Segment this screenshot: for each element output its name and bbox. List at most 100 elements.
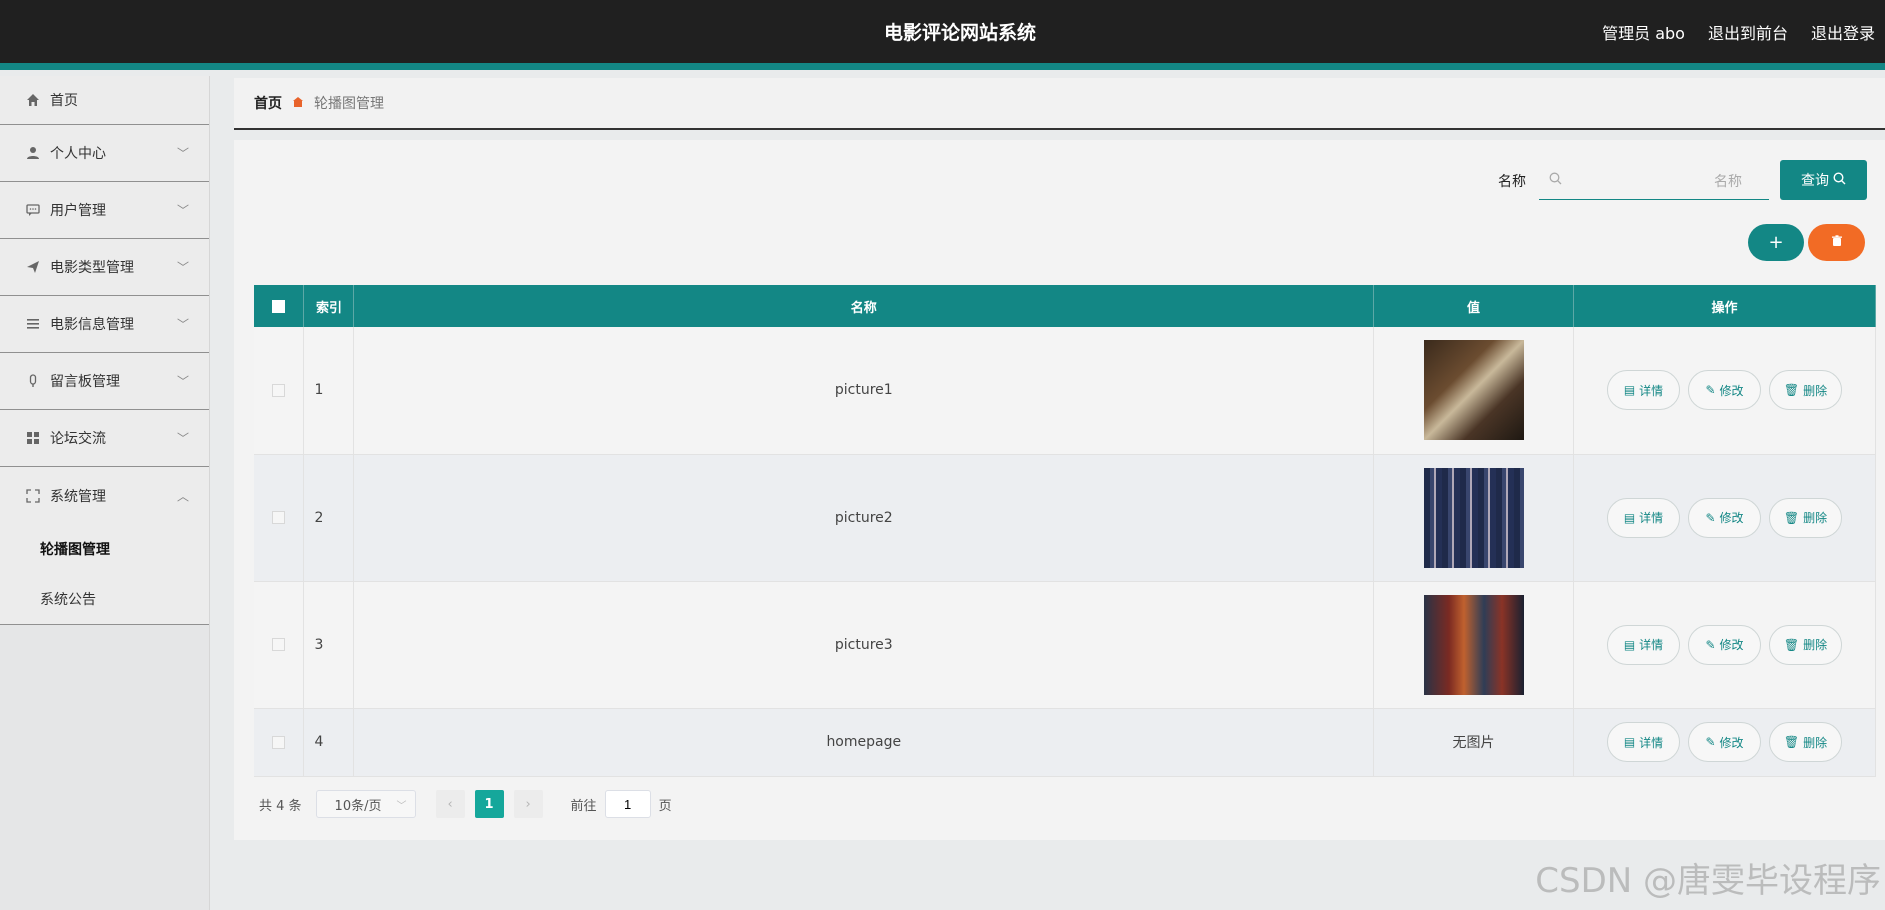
page-size-select[interactable]: 10条/页 ﹀ xyxy=(315,790,416,818)
delete-label: 删除 xyxy=(1803,511,1828,525)
query-button[interactable]: 查询 xyxy=(1780,160,1867,200)
carousel-image-thumbnail[interactable] xyxy=(1423,467,1524,568)
header-accent-bar xyxy=(0,63,1885,70)
sidebar-item-user-management[interactable]: 用户管理 ﹀ xyxy=(0,182,209,239)
edit-button[interactable]: ✎ 修改 xyxy=(1688,722,1761,762)
logout-link[interactable]: 退出登录 xyxy=(1811,20,1875,44)
breadcrumb-home[interactable]: 首页 xyxy=(254,93,282,113)
edit-icon: ✎ xyxy=(1705,510,1716,525)
edit-icon: ✎ xyxy=(1705,637,1716,652)
row-name: picture2 xyxy=(353,454,1375,582)
search-field-wrapper xyxy=(1539,162,1769,200)
search-input[interactable] xyxy=(1562,165,1742,196)
edit-label: 修改 xyxy=(1719,735,1744,750)
chevron-left-icon: ‹ xyxy=(447,796,453,812)
system-submenu: 轮播图管理 系统公告 xyxy=(0,524,209,625)
row-checkbox[interactable] xyxy=(272,735,286,749)
sidebar-item-message-board-management[interactable]: 留言板管理 ﹀ xyxy=(0,353,209,410)
home-icon xyxy=(25,92,41,108)
chevron-down-icon: ﹀ xyxy=(176,431,189,446)
detail-label: 详情 xyxy=(1639,735,1664,750)
row-checkbox[interactable] xyxy=(272,511,286,524)
sidebar-item-home[interactable]: 首页 xyxy=(0,76,209,125)
delete-label: 删除 xyxy=(1803,383,1828,398)
sidebar-item-label: 留言板管理 xyxy=(50,374,120,390)
chevron-down-icon: ﹀ xyxy=(176,260,189,275)
next-page-button[interactable]: › xyxy=(513,790,543,818)
sidebar-item-movie-info-management[interactable]: 电影信息管理 ﹀ xyxy=(0,296,209,353)
row-index: 3 xyxy=(303,581,355,709)
page-size-value: 10条/页 xyxy=(334,798,382,814)
list-icon xyxy=(25,316,41,332)
goto-page-input[interactable] xyxy=(604,790,651,818)
sidebar-item-system-management[interactable]: 系统管理 ︿ xyxy=(0,467,209,524)
search-label: 名称 xyxy=(1498,174,1526,190)
header-ops: 操作 xyxy=(1573,285,1876,327)
detail-button[interactable]: ▤ 详情 xyxy=(1607,497,1680,538)
row-checkbox[interactable] xyxy=(272,383,286,397)
table-header-row: 索引 名称 值 操作 xyxy=(254,285,1876,327)
sidebar-item-forum[interactable]: 论坛交流 ﹀ xyxy=(0,410,209,467)
delete-label: 删除 xyxy=(1803,735,1828,750)
prev-page-button[interactable]: ‹ xyxy=(435,790,465,818)
document-icon: ▤ xyxy=(1623,637,1636,652)
sidebar-item-personal-center[interactable]: 个人中心 ﹀ xyxy=(0,125,209,182)
row-value xyxy=(1373,327,1575,455)
add-button[interactable]: + xyxy=(1748,224,1804,261)
header-index: 索引 xyxy=(303,285,355,327)
chevron-down-icon: ﹀ xyxy=(396,800,407,812)
chevron-down-icon: ﹀ xyxy=(176,203,189,218)
detail-button[interactable]: ▤ 详情 xyxy=(1607,370,1680,411)
edit-label: 修改 xyxy=(1719,638,1744,652)
detail-label: 详情 xyxy=(1639,383,1664,398)
row-value xyxy=(1373,581,1575,709)
row-name: homepage xyxy=(353,708,1375,777)
row-index: 4 xyxy=(303,708,355,777)
sidebar-subitem-system-notice[interactable]: 系统公告 xyxy=(0,574,209,624)
sidebar-item-label: 电影类型管理 xyxy=(50,260,134,276)
carousel-image-thumbnail[interactable] xyxy=(1423,594,1524,695)
row-ops: ▤ 详情 ✎ 修改 🗑 删除 xyxy=(1573,581,1876,709)
search-icon xyxy=(1549,172,1562,189)
trash-icon: 🗑 xyxy=(1783,383,1800,398)
row-select-cell xyxy=(254,708,305,777)
search-icon xyxy=(1833,171,1846,189)
row-name: picture3 xyxy=(353,581,1375,709)
top-header: 电影评论网站系统 管理员 abo 退出到前台 退出登录 xyxy=(0,0,1885,70)
chevron-down-icon: ﹀ xyxy=(176,374,189,389)
sidebar-item-label: 用户管理 xyxy=(50,203,106,219)
delete-button[interactable]: 🗑 删除 xyxy=(1769,370,1842,411)
row-ops: ▤ 详情 ✎ 修改 🗑 删除 xyxy=(1573,454,1876,582)
select-all-checkbox[interactable] xyxy=(272,299,286,313)
grid-icon xyxy=(25,430,41,446)
page-number-button[interactable]: 1 xyxy=(474,790,504,818)
row-select-cell xyxy=(254,581,305,709)
breadcrumb-current: 轮播图管理 xyxy=(314,96,384,112)
table-row: 2 picture2 ▤ 详情 ✎ 修改 🗑 删除 xyxy=(254,454,1876,582)
detail-button[interactable]: ▤ 详情 xyxy=(1607,624,1680,665)
row-checkbox[interactable] xyxy=(272,638,286,651)
row-index: 1 xyxy=(303,327,355,455)
chevron-down-icon: ﹀ xyxy=(176,317,189,332)
goto-page: 前往 页 xyxy=(571,790,672,818)
edit-button[interactable]: ✎ 修改 xyxy=(1688,497,1761,538)
send-icon xyxy=(25,259,41,275)
delete-button[interactable]: 🗑 删除 xyxy=(1769,722,1842,762)
back-to-front-link[interactable]: 退出到前台 xyxy=(1708,20,1788,44)
delete-button[interactable]: 🗑 删除 xyxy=(1769,497,1842,538)
breadcrumb: 首页 轮播图管理 xyxy=(234,78,1885,130)
detail-button[interactable]: ▤ 详情 xyxy=(1607,722,1680,762)
watermark: CSDN @唐雯毕设程序 xyxy=(1535,861,1881,901)
carousel-image-thumbnail[interactable] xyxy=(1423,340,1524,441)
edit-button[interactable]: ✎ 修改 xyxy=(1688,624,1761,665)
chevron-up-icon: ︿ xyxy=(176,489,189,503)
edit-button[interactable]: ✎ 修改 xyxy=(1688,370,1761,411)
batch-delete-button[interactable] xyxy=(1808,224,1865,261)
table-row: 3 picture3 ▤ 详情 ✎ 修改 🗑 删除 xyxy=(254,581,1876,709)
row-ops: ▤ 详情 ✎ 修改 🗑 删除 xyxy=(1573,327,1876,455)
sidebar-item-movie-type-management[interactable]: 电影类型管理 ﹀ xyxy=(0,239,209,296)
edit-icon: ✎ xyxy=(1705,735,1716,749)
sidebar-subitem-carousel-management[interactable]: 轮播图管理 xyxy=(0,524,209,574)
select-all-header xyxy=(254,285,305,327)
delete-button[interactable]: 🗑 删除 xyxy=(1769,624,1842,665)
